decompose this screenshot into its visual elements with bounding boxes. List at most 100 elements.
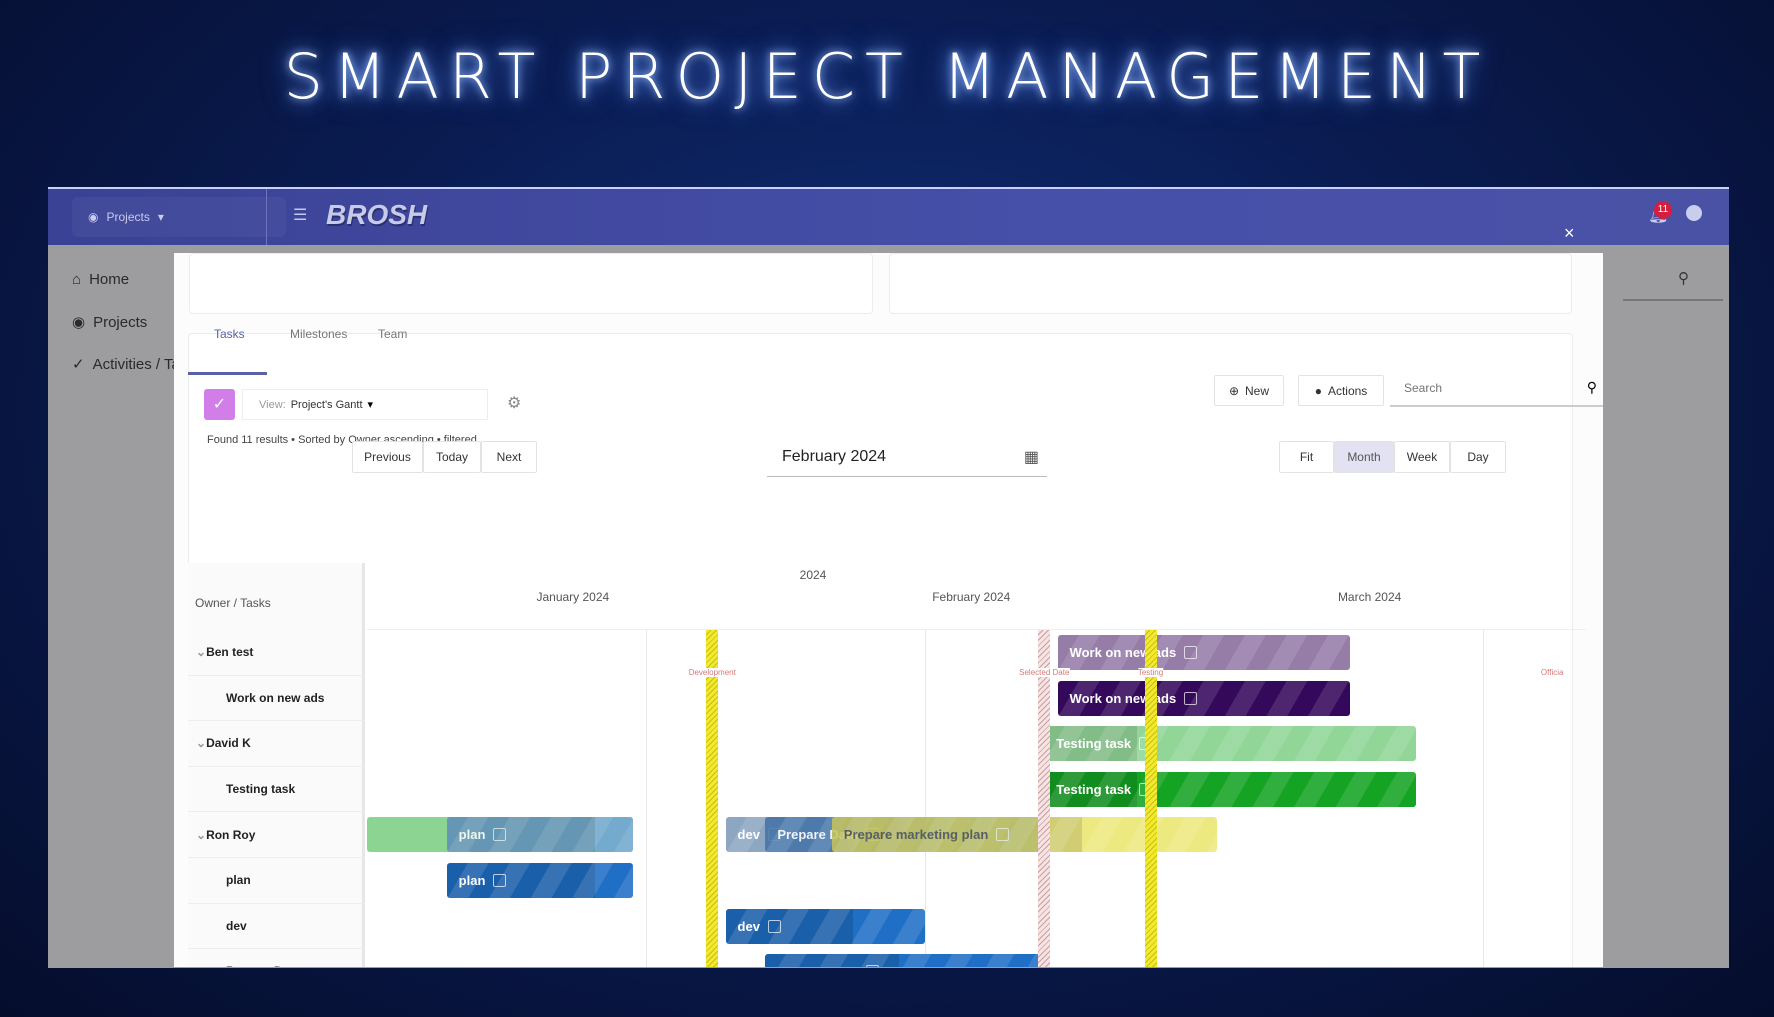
summary-bar[interactable]: Work on new ads: [1057, 635, 1350, 670]
sidebar-item-home[interactable]: ⌂ Home: [72, 271, 129, 288]
task-row[interactable]: Testing task: [188, 767, 365, 813]
sidebar-item-label: Activities / Ta: [92, 355, 180, 373]
bar-label: plan: [458, 827, 486, 843]
collapse-menu-icon[interactable]: ☰: [293, 205, 307, 225]
open-external-icon[interactable]: [1184, 646, 1198, 659]
home-icon: ⌂: [72, 271, 82, 288]
row-label: dev: [226, 918, 247, 933]
scale-fit-button[interactable]: Fit: [1279, 441, 1334, 473]
chevron-down-icon[interactable]: ⌄: [196, 645, 206, 659]
sidebar-item-projects[interactable]: ◉ Projects: [72, 313, 148, 332]
bar-label: Prepare Data: [777, 964, 857, 967]
gear-icon[interactable]: ⚙: [507, 393, 521, 413]
marker-label: Development: [688, 668, 736, 677]
plus-circle-icon: ⊕: [1228, 383, 1240, 398]
scale-week-button[interactable]: Week: [1394, 441, 1450, 473]
summary-bar[interactable]: plan: [446, 817, 633, 853]
bar-label: Work on new ads: [1069, 645, 1177, 660]
target-icon: ◉: [72, 314, 86, 331]
search-icon[interactable]: ⚲: [1587, 379, 1597, 396]
chevron-down-icon[interactable]: ⌄: [196, 828, 206, 842]
search-icon[interactable]: ⚲: [1678, 269, 1689, 287]
hero-title: SMART PROJECT MANAGEMENT: [283, 40, 1491, 113]
task-row[interactable]: Work on new ads: [188, 676, 365, 722]
task-row[interactable]: dev: [188, 904, 365, 950]
user-icon[interactable]: [1686, 205, 1702, 221]
task-bar[interactable]: dev: [725, 908, 925, 944]
period-picker[interactable]: February 2024 ▦: [767, 445, 1047, 477]
projects-dropdown[interactable]: ◉ Projects ▾: [72, 197, 286, 237]
bar-label: Prepare marketing plan: [843, 827, 989, 843]
view-dropdown[interactable]: View: Project's Gantt ▾: [242, 389, 488, 420]
row-label: Ben test: [206, 645, 254, 660]
bar-label: dev: [737, 827, 760, 843]
task-bar[interactable]: Work on new ads: [1057, 680, 1350, 716]
tab-milestones[interactable]: Milestones: [290, 327, 347, 341]
calendar-icon[interactable]: ▦: [1024, 447, 1039, 467]
info-card: [189, 253, 873, 314]
task-bar[interactable]: Testing task: [1044, 771, 1417, 807]
summary-bar[interactable]: Testing task: [1044, 726, 1417, 762]
notification-badge: 11: [1654, 201, 1672, 219]
task-bar[interactable]: Prepare Data: [765, 954, 1045, 967]
current-period: February 2024: [782, 448, 887, 465]
scale-month-button[interactable]: Month: [1334, 441, 1394, 473]
row-label: Testing task: [226, 782, 296, 797]
column-header: Owner / Tasks: [195, 596, 271, 610]
new-button[interactable]: ⊕ New: [1214, 375, 1284, 406]
open-external-icon[interactable]: [493, 874, 507, 887]
sidebar-item-activities[interactable]: ✓ Activities / Ta: [72, 355, 180, 374]
today-button[interactable]: Today: [423, 441, 481, 473]
next-button[interactable]: Next: [481, 441, 537, 473]
open-external-icon[interactable]: [493, 828, 507, 842]
open-external-icon[interactable]: [996, 828, 1010, 842]
row-label: plan: [226, 873, 251, 888]
row-label: Ron Roy: [206, 827, 256, 842]
row-label: David K: [206, 736, 251, 751]
app-window: ◉ Projects ▾ ☰ BROSH 🔔︎ 11 × ⌂ Home ◉ Proj…: [48, 187, 1729, 968]
new-label: New: [1245, 383, 1270, 398]
task-bar[interactable]: plan: [446, 863, 633, 898]
owner-row[interactable]: ⌄ David K: [188, 721, 365, 767]
row-label: Work on new ads: [226, 690, 325, 705]
info-card: [889, 253, 1572, 314]
owner-row[interactable]: ⌄ Ron Roy: [188, 812, 365, 858]
actions-label: Actions: [1327, 383, 1368, 398]
owner-row[interactable]: ⌄ Ben test: [188, 630, 365, 676]
summary-bar[interactable]: Prepare marketing plan: [831, 817, 1217, 853]
bar-label: dev: [737, 918, 760, 934]
open-external-icon[interactable]: [767, 919, 781, 933]
bar-label: Testing task: [1056, 781, 1132, 797]
logo: BROSH: [326, 199, 428, 230]
check-circle-icon: ✓: [72, 356, 85, 373]
top-bar: ◉ Projects ▾ ☰ BROSH 🔔︎ 11 ×: [48, 189, 1729, 245]
actions-button[interactable]: ● Actions: [1298, 375, 1384, 406]
marker-label: Officia: [1540, 668, 1564, 677]
chevron-down-icon[interactable]: ⌄: [196, 736, 206, 750]
caret-circle-icon: ●: [1314, 383, 1322, 398]
marker-label: Selected Date: [1019, 668, 1070, 677]
task-row[interactable]: plan: [188, 858, 365, 904]
task-check-icon[interactable]: ✓: [204, 389, 235, 420]
tab-tasks[interactable]: Tasks: [214, 327, 245, 341]
previous-button[interactable]: Previous: [352, 441, 423, 473]
task-row[interactable]: Prepare Data: [188, 949, 365, 967]
sidebar-item-label: Projects: [93, 313, 148, 331]
tab-team[interactable]: Team: [378, 327, 407, 341]
close-modal-button[interactable]: ×: [1564, 223, 1575, 244]
search-field[interactable]: ⚲: [1390, 373, 1603, 407]
gridline: [1482, 630, 1484, 967]
search-input[interactable]: [1390, 373, 1570, 403]
marker-line: [706, 630, 719, 967]
active-tab-indicator: [188, 372, 267, 375]
scale-day-button[interactable]: Day: [1450, 441, 1506, 473]
view-prefix: View:: [259, 398, 286, 411]
divider: [266, 189, 267, 245]
row-label: Prepare Data: [226, 964, 300, 967]
open-external-icon[interactable]: [1184, 691, 1198, 705]
open-external-icon[interactable]: [865, 965, 879, 967]
month-header: March 2024: [1337, 590, 1402, 604]
gantt-chart: Owner / Tasks 2024 ⌄ Ben test Work on new…: [188, 563, 1586, 967]
header-divider: [367, 629, 1586, 630]
view-value: Project's Gantt: [290, 398, 363, 411]
